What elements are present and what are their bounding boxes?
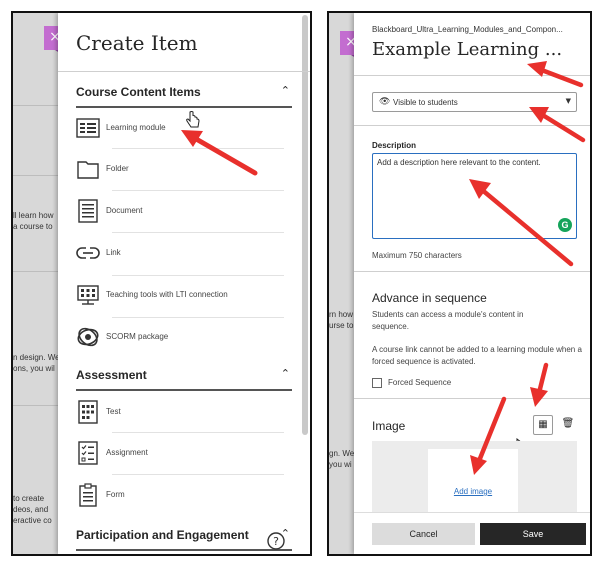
visibility-value: Visible to students bbox=[393, 98, 458, 107]
assignment-icon bbox=[78, 441, 98, 465]
hand-cursor-icon bbox=[186, 111, 200, 128]
bg-divider bbox=[13, 105, 61, 106]
background-page bbox=[13, 13, 61, 554]
section-title: Participation and Engagement bbox=[76, 528, 249, 542]
create-item-panel: Create Item Course Content Items ⌃ Learn… bbox=[58, 13, 310, 554]
item-divider bbox=[112, 232, 284, 233]
grammarly-icon[interactable]: G bbox=[558, 218, 572, 232]
eye-icon: 👁 bbox=[379, 97, 391, 107]
sequence-heading: Advance in sequence bbox=[372, 291, 487, 305]
divider bbox=[58, 71, 310, 72]
item-label: Document bbox=[106, 206, 143, 215]
divider bbox=[354, 398, 590, 399]
section-title: Assessment bbox=[76, 368, 147, 382]
bg-text: to create bbox=[13, 494, 45, 503]
save-button[interactable]: Save bbox=[480, 523, 586, 545]
divider bbox=[354, 75, 590, 76]
background-page bbox=[329, 13, 357, 554]
visibility-dropdown[interactable]: 👁 Visible to students ▼ bbox=[372, 92, 577, 112]
create-item-screenshot: ll learn how a course to n design. We on… bbox=[11, 11, 312, 556]
section-header-course-content[interactable]: Course Content Items ⌃ bbox=[76, 84, 292, 108]
learning-module-panel: Blackboard_Ultra_Learning_Modules_and_Co… bbox=[354, 13, 590, 554]
item-label: Assignment bbox=[106, 448, 148, 457]
link-icon bbox=[76, 247, 100, 259]
section-header-participation[interactable]: Participation and Engagement ⌃ bbox=[76, 527, 292, 551]
bg-text: deos, and bbox=[13, 505, 49, 514]
character-limit: Maximum 750 characters bbox=[372, 251, 462, 260]
divider bbox=[354, 271, 590, 272]
bg-text: ons, you wil bbox=[13, 364, 55, 373]
form-icon bbox=[79, 483, 97, 507]
create-item-assignment[interactable]: Assignment bbox=[76, 439, 286, 469]
test-icon bbox=[78, 400, 98, 424]
item-label: Folder bbox=[106, 164, 129, 173]
forced-sequence-checkbox[interactable] bbox=[372, 378, 382, 388]
section-header-assessment[interactable]: Assessment ⌃ bbox=[76, 367, 292, 391]
create-item-document[interactable]: Document bbox=[76, 197, 286, 227]
item-divider bbox=[112, 474, 284, 475]
bg-text: urse to bbox=[329, 321, 354, 330]
footer-actions: Cancel Save bbox=[354, 512, 590, 554]
create-item-learning-module[interactable]: Learning module bbox=[76, 114, 286, 144]
divider bbox=[354, 125, 590, 126]
bg-divider bbox=[13, 175, 61, 176]
chevron-up-icon: ⌃ bbox=[280, 367, 290, 380]
breadcrumb[interactable]: Blackboard_Ultra_Learning_Modules_and_Co… bbox=[372, 25, 563, 34]
item-divider bbox=[112, 317, 284, 318]
add-image-link[interactable]: Add image bbox=[428, 487, 518, 496]
item-label: Form bbox=[106, 490, 125, 499]
folder-icon bbox=[77, 161, 99, 179]
learning-module-settings-screenshot: rn how urse to gn. We you wi × Blackboar… bbox=[327, 11, 592, 556]
help-icon[interactable]: ? bbox=[266, 531, 286, 551]
image-settings-icon[interactable]: ▦ bbox=[533, 415, 553, 435]
lti-tool-icon bbox=[77, 285, 99, 305]
bg-divider bbox=[13, 271, 61, 272]
create-item-scorm[interactable]: SCORM package bbox=[76, 323, 286, 353]
section-title: Course Content Items bbox=[76, 85, 201, 99]
bg-text: n design. We bbox=[13, 353, 60, 362]
item-label: Test bbox=[106, 407, 121, 416]
bg-divider bbox=[13, 405, 61, 406]
learning-module-icon bbox=[76, 118, 100, 138]
document-icon bbox=[78, 199, 98, 223]
forced-sequence-label[interactable]: Forced Sequence bbox=[388, 377, 451, 389]
scrollbar[interactable] bbox=[302, 15, 308, 435]
item-label: Learning module bbox=[106, 123, 166, 132]
sequence-note: A course link cannot be added to a learn… bbox=[372, 345, 582, 366]
create-item-form[interactable]: Form bbox=[76, 481, 286, 511]
caret-down-icon: ▼ bbox=[565, 97, 571, 105]
item-label: Link bbox=[106, 248, 121, 257]
trash-icon[interactable]: 🗑 bbox=[558, 415, 578, 435]
item-label: Teaching tools with LTI connection bbox=[106, 290, 228, 299]
description-text: Add a description here relevant to the c… bbox=[377, 158, 541, 167]
item-divider bbox=[112, 432, 284, 433]
create-item-folder[interactable]: Folder bbox=[76, 155, 286, 185]
sequence-info: Students can access a module's content i… bbox=[372, 310, 524, 331]
bg-text: rn how bbox=[329, 310, 354, 319]
bg-text: gn. We bbox=[329, 449, 355, 458]
create-item-link[interactable]: Link bbox=[76, 239, 286, 269]
item-divider bbox=[112, 148, 284, 149]
bg-text: eractive co bbox=[13, 516, 52, 525]
create-item-test[interactable]: Test bbox=[76, 398, 286, 428]
chevron-up-icon: ⌃ bbox=[280, 84, 290, 97]
description-label: Description bbox=[372, 141, 417, 150]
bg-text: ll learn how bbox=[13, 211, 54, 220]
create-item-lti-tool[interactable]: Teaching tools with LTI connection bbox=[76, 281, 286, 311]
item-label: SCORM package bbox=[106, 332, 169, 341]
cancel-button[interactable]: Cancel bbox=[372, 523, 475, 545]
svg-text:?: ? bbox=[273, 535, 279, 548]
description-textarea[interactable]: Add a description here relevant to the c… bbox=[372, 153, 577, 239]
image-dropzone[interactable]: Add image bbox=[372, 441, 577, 521]
image-heading: Image bbox=[372, 419, 406, 433]
image-card: Add image bbox=[428, 449, 518, 521]
module-title[interactable]: Example Learning ... bbox=[372, 39, 562, 60]
scorm-package-icon bbox=[77, 327, 99, 347]
bg-text: you wi bbox=[329, 460, 352, 469]
panel-title: Create Item bbox=[76, 31, 198, 55]
bg-text: a course to bbox=[13, 222, 53, 231]
item-divider bbox=[112, 190, 284, 191]
item-divider bbox=[112, 275, 284, 276]
